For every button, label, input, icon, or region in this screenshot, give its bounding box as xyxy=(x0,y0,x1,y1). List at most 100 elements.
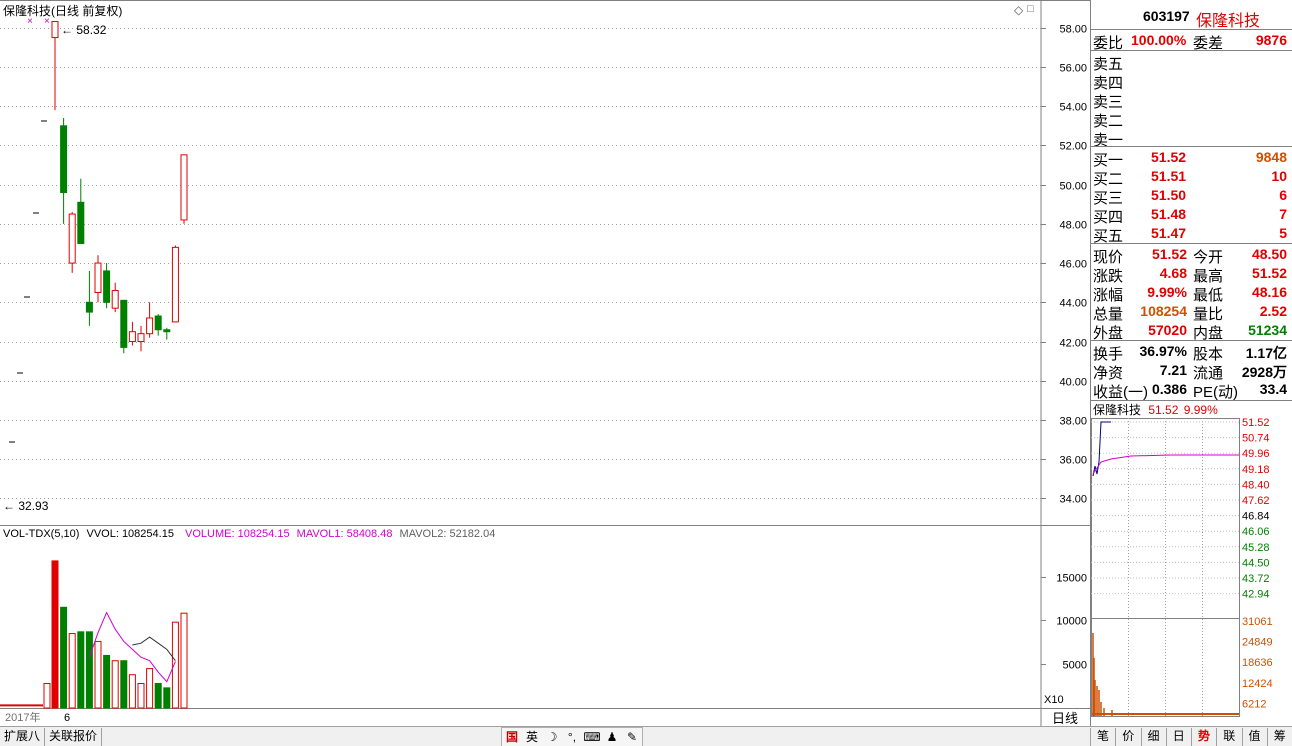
volume-bar xyxy=(111,660,119,709)
buy-price: 51.51 xyxy=(1151,168,1187,184)
tab-extend-eight[interactable]: 扩展八 xyxy=(0,728,46,746)
volume-indicator-header: VOL-TDX(5,10) VVOL: 108254.15 VOLUME: 10… xyxy=(3,529,495,540)
bottom-toolbar: 扩展八 关联报价 国英 ☽ °, ⌨ ♟ ✎ 笔价细日势联值筹 xyxy=(0,726,1292,746)
right-tab-3[interactable]: 日 xyxy=(1165,728,1191,746)
mini-volume-tick: 12424 xyxy=(1242,678,1273,690)
right-tab-7[interactable]: 筹 xyxy=(1266,728,1292,746)
volume-bar xyxy=(77,631,85,709)
volume-bar xyxy=(146,668,154,709)
mavol1-value: MAVOL1: 58408.48 xyxy=(296,528,393,540)
stat-value: 4.68 xyxy=(1159,265,1187,281)
buy-volume: 7 xyxy=(1279,206,1287,222)
volume-bar xyxy=(163,687,171,709)
candle-body xyxy=(137,333,145,343)
tab-related-quotes[interactable]: 关联报价 xyxy=(45,728,103,746)
mavol-lines xyxy=(88,611,176,683)
right-tab-5[interactable]: 联 xyxy=(1216,728,1241,746)
chart-title: 保隆科技(日线 前复权) xyxy=(3,4,123,18)
sell-row: 卖五 xyxy=(1091,51,1291,73)
volume-tick-label: 15000 xyxy=(1056,573,1087,585)
ime-tools-icon[interactable]: ✎ xyxy=(622,728,642,746)
max-price-label: ← 58.32 xyxy=(61,23,107,37)
ime-keyboard-icon[interactable]: ⌨ xyxy=(582,728,602,746)
square-icon[interactable]: □ xyxy=(1027,4,1034,15)
right-tab-4[interactable]: 势 xyxy=(1191,728,1216,746)
fundamental-row: 净资 7.21 流通 2928万 xyxy=(1091,360,1291,382)
candle-body xyxy=(163,329,171,333)
volume-bar xyxy=(85,631,93,709)
candle xyxy=(146,302,154,338)
ime-toolbar[interactable]: 国英 ☽ °, ⌨ ♟ ✎ xyxy=(501,727,643,746)
candle-body xyxy=(77,201,85,244)
fundamental-value: 7.21 xyxy=(1159,362,1187,378)
volume-tick-label: 5000 xyxy=(1063,660,1087,672)
price-tick-label: 46.00 xyxy=(1059,259,1087,271)
sell-row: 卖三 xyxy=(1091,89,1291,111)
mini-price-tick: 45.28 xyxy=(1242,542,1270,554)
ime-punct-icon[interactable]: °, xyxy=(562,728,582,746)
candle xyxy=(85,270,93,326)
month-label: 6 xyxy=(64,712,71,724)
volume-bar xyxy=(43,682,51,709)
candle-body xyxy=(146,317,154,335)
weibi-row: 委比 100.00% 委差 9876 xyxy=(1091,30,1291,52)
indicator-name[interactable]: VOL-TDX(5,10) xyxy=(3,528,79,540)
price-axis: 58.00 56.00 54.00 52.00 50.00 48.00 46.00 44.00… xyxy=(1041,24,1087,506)
stat-value: 51234 xyxy=(1248,322,1287,338)
mini-price-tick: 43.72 xyxy=(1242,573,1270,585)
right-tab-6[interactable]: 值 xyxy=(1241,728,1267,746)
candle-body xyxy=(154,315,162,331)
volume-bars xyxy=(0,560,188,709)
candle xyxy=(51,20,59,111)
weibi-value: 100.00% xyxy=(1131,32,1187,48)
buy-volume: 10 xyxy=(1271,168,1287,184)
ime-user-icon[interactable]: ♟ xyxy=(602,728,622,746)
buy-price: 51.50 xyxy=(1151,187,1187,203)
stat-value: 48.50 xyxy=(1251,246,1287,262)
fundamental-label: PE(动) xyxy=(1193,384,1239,401)
fundamental-value: 36.97% xyxy=(1139,343,1187,359)
volume-bar xyxy=(60,606,68,709)
mini-price-tick: 50.74 xyxy=(1242,433,1270,445)
candle-body xyxy=(120,299,128,348)
price-tick-label: 52.00 xyxy=(1059,141,1087,153)
stock-terminal-window: 58.00 56.00 54.00 52.00 50.00 48.00 46.00 44.00… xyxy=(0,0,1292,746)
ime-moon-icon[interactable]: ☽ xyxy=(542,728,562,746)
buy-row: 买三 51.50 6 xyxy=(1091,185,1291,207)
stat-value: 2.52 xyxy=(1259,303,1287,319)
intraday-mini-chart[interactable]: 51.52 50.74 49.96 49.18 48.40 47.62 46.84 46.06… xyxy=(1091,418,1292,720)
stock-name: 保隆科技 xyxy=(1196,13,1261,30)
price-tick-label: 38.00 xyxy=(1059,416,1087,428)
right-tab-1[interactable]: 价 xyxy=(1115,728,1140,746)
fundamental-value: 33.4 xyxy=(1259,381,1287,397)
stat-row: 涨幅 9.99% 最低 48.16 xyxy=(1091,282,1291,304)
candle xyxy=(171,245,179,323)
candle xyxy=(120,299,128,354)
mavol2-value: MAVOL2: 52182.04 xyxy=(399,528,496,540)
ime-english-icon[interactable]: 英 xyxy=(522,728,542,746)
stat-row: 现价 51.52 今开 48.50 xyxy=(1091,244,1291,266)
kline-chart[interactable]: 58.00 56.00 54.00 52.00 50.00 48.00 46.00 44.00… xyxy=(0,0,1090,726)
buy-price: 51.52 xyxy=(1151,149,1187,165)
volume-bar xyxy=(120,660,128,709)
candle xyxy=(60,117,68,224)
mini-price-tick: 49.96 xyxy=(1242,448,1270,460)
min-price-label: ← 32.93 xyxy=(3,499,49,513)
candle-body xyxy=(94,262,102,293)
right-tab-2[interactable]: 细 xyxy=(1140,728,1166,746)
volume-axis: 15000 10000 5000 xyxy=(1041,573,1087,672)
stat-value: 51.52 xyxy=(1251,265,1287,281)
volume-bar xyxy=(68,633,76,709)
mini-volume-tick: 18636 xyxy=(1242,657,1273,669)
volume-bar xyxy=(128,674,136,709)
right-tab-0[interactable]: 笔 xyxy=(1090,728,1115,746)
period-label[interactable]: 日线 xyxy=(1052,712,1078,725)
ime-guo-icon[interactable]: 国 xyxy=(502,728,522,746)
diamond-icon[interactable]: ◇ xyxy=(1014,4,1023,16)
buy-row: 买五 51.47 5 xyxy=(1091,223,1291,245)
candle xyxy=(163,327,171,340)
mini-volume-tick: 24849 xyxy=(1242,637,1273,649)
candle-body xyxy=(103,270,111,303)
mini-volume-tick: 6212 xyxy=(1242,698,1266,710)
stat-row: 总量 108254 量比 2.52 xyxy=(1091,301,1291,323)
